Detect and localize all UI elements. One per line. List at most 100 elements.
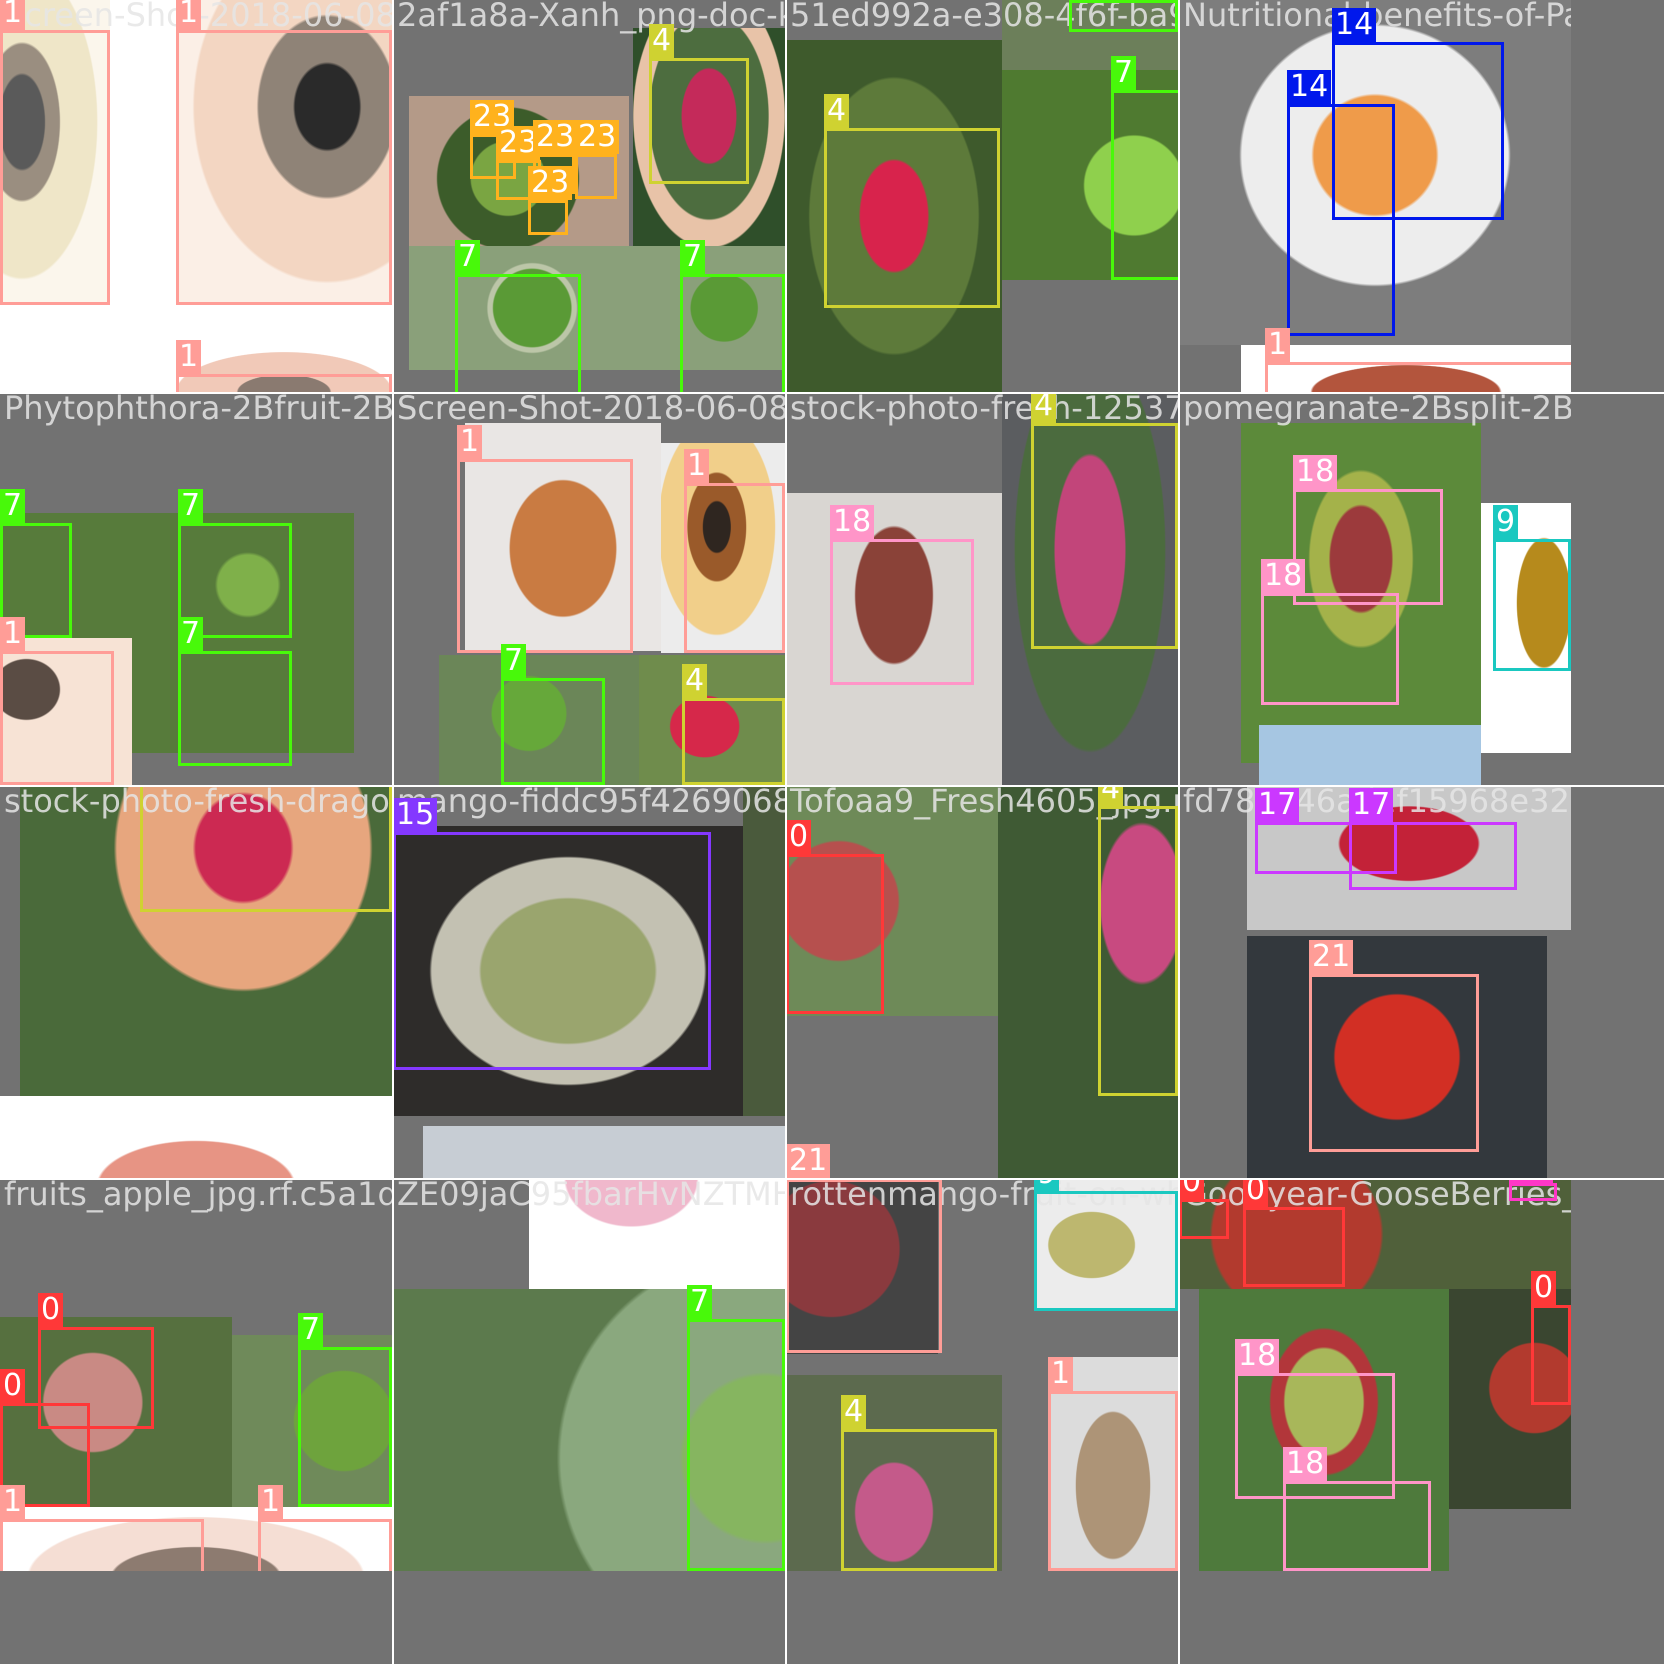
bbox-label: 7 [0,489,26,523]
field-bottom [423,1126,785,1178]
bbox-guava: 7 [680,240,785,392]
bbox-dragon: 4 [682,664,785,785]
bbox-pomegranate-seeds: 17 [1349,788,1517,890]
bbox-label: 1 [457,425,483,459]
mosaic-tile-6: Screen-Shot-2018-06-08-at-12537 1 1 7 4 [393,393,785,785]
tile-caption: mango-fiddc95f42690686402f [397,786,785,820]
bbox-apple: 0 [786,820,884,1014]
bbox-pomegranate: 18 [1261,559,1399,705]
bbox-rotten: 1 [0,617,114,785]
mosaic-tile-7: stock-photo-fresh-12537608979-61 18 4 [786,393,1178,785]
grid-divider [0,785,1664,787]
mosaic-tile-1: Screen-Shot-2018-06-08-at-12-41-39-PM 1 … [0,0,392,392]
bbox-dragon: 4 [841,1395,997,1571]
bbox-apple: 0 [1531,1271,1571,1405]
bbox-dragon: 4 [1098,786,1178,1096]
dragon-petals [529,1179,785,1289]
bbox-label: 7 [178,489,204,523]
bbox-label: 15 [393,798,438,832]
tile-caption: pomegranate-2Bsplit-2Bphoto [1183,393,1571,427]
bbox-label: 4 [649,24,675,58]
bbox-label: 0 [1179,1179,1205,1199]
bbox-label: 18 [1293,455,1338,489]
bbox-label: 0 [1243,1179,1269,1207]
bbox-tomato [786,1179,942,1353]
bbox-rotten: 1 [258,1485,392,1571]
sky-strip [1259,725,1481,785]
bbox-papaya: 14 [1287,70,1395,336]
training-batch-mosaic: Screen-Shot-2018-06-08-at-12-41-39-PM 1 … [0,0,1664,1664]
bbox-small: 23 [528,166,573,235]
bbox-pomegranate: 18 [1283,1447,1431,1571]
bbox-label: 4 [1098,786,1124,806]
bbox-rotten: 1 [684,449,785,653]
grid-divider [1178,0,1180,1664]
bbox-label: 18 [830,505,875,539]
bbox-rotten: 1 [0,1485,204,1571]
bbox-label: 7 [1111,56,1137,90]
bbox-small: 23 [575,120,620,199]
bbox-label: 21 [1309,940,1354,974]
bbox-label: 4 [824,94,850,128]
bbox-pomegranate: 18 [830,505,974,685]
mosaic-tile-2: 2af1a8a-Xanh_png-doc-khong-1_jpg.rf.5e08… [393,0,785,392]
bbox-rotten: 1 [176,0,392,305]
bbox-label: 0 [0,1369,26,1403]
bbox-label: 1 [0,617,26,651]
bbox-label: 18 [1235,1339,1280,1373]
bbox-label: 9 [1034,1179,1060,1191]
grid-divider [0,1178,1664,1180]
bbox-label: 1 [684,449,710,483]
bbox-banana: 9 [1034,1179,1178,1311]
grid-divider [0,392,1664,394]
bbox-label: 7 [178,617,204,651]
bbox-label: 17 [1255,788,1300,822]
bbox-label: 1 [258,1485,284,1519]
bbox-label: 4 [682,664,708,698]
mosaic-tile-15: rottenmango-fruit-on-white 9 4 1 [786,1179,1178,1571]
mosaic-tile-13: fruits_apple_jpg.rf.c5a1dd2a6 0 0 7 1 1 [0,1179,392,1571]
mosaic-tile-14: ZE09jaC95fbarHvNZTMH_png 7 [393,1179,785,1571]
bbox-guava: 7 [455,240,581,392]
bbox-label: 4 [841,1395,867,1429]
dragon-field-edge [743,786,785,1116]
bbox-label: 0 [1531,1271,1557,1305]
bbox-guava: 7 [1111,56,1178,280]
tile-caption: Phytophthora-2Bfruit-2Brot-2Bof-2Bguava [4,393,392,427]
mosaic-tile-16: Goodyear-GooseBerries_jpg 0 0 19 0 18 18 [1179,1179,1571,1571]
mosaic-tile-11: Tofoaa9_Fresh4605_jpg.rf.da 0 4 21 [786,786,1178,1178]
bbox-dragon: 4 [649,24,749,184]
bbox-apple: 0 [1179,1179,1229,1239]
bbox-dragon: 4 [1031,393,1178,649]
bbox-label: 17 [1349,788,1394,822]
bbox-pomegranate: 18 [1293,455,1443,605]
bbox-label: 18 [1261,559,1306,593]
bbox-guava: 7 [178,617,292,766]
bbox-banana: 9 [1493,505,1571,671]
mosaic-tile-4: Nutritional-benefits-of-Papaya 14 14 1 [1179,0,1571,392]
bbox-label: 7 [298,1313,324,1347]
bbox-label: 14 [1332,8,1377,42]
mosaic-tile-3: 51ed992a-e308-4f6f-ba92-f0f9545bad-benef… [786,0,1178,392]
bbox-guava: 7 [298,1313,392,1507]
bbox-label: 1 [1048,1357,1074,1391]
bbox-guava: 7 [501,644,605,785]
tile-caption: Screen-Shot-2018-06-08-at-12537 [397,393,785,427]
bbox-dragon: 4 [140,786,392,912]
bbox-rotten: 1 [1265,328,1571,392]
bbox-label: 0 [786,820,812,854]
bbox-rotten: 1 [176,340,392,392]
bbox-label: 1 [0,0,26,30]
bbox-label: 7 [687,1285,713,1319]
bbox-label: 23 [533,120,578,154]
bbox-label: 21 [786,1144,831,1178]
bbox-label: 1 [0,1485,26,1519]
bbox-label: 14 [1287,70,1332,104]
bbox-label: 7 [680,240,706,274]
bbox-label: 23 [575,120,620,154]
bbox-label: 23 [528,166,573,200]
bbox-rotten: 1 [1048,1357,1178,1571]
bbox-label: 7 [501,644,527,678]
grid-divider [392,0,394,1664]
bbox-label: 7 [455,240,481,274]
